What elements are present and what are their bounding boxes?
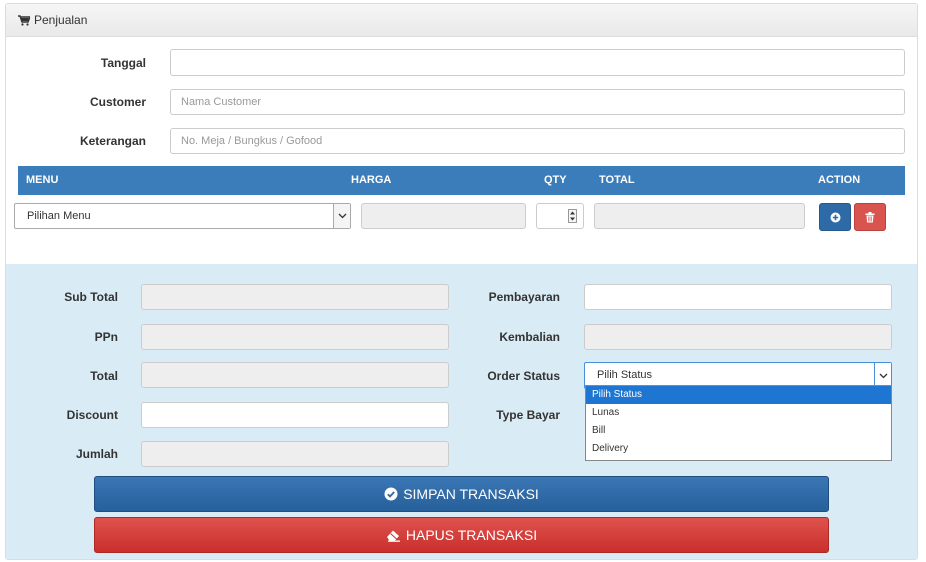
option-pilih-status[interactable]: Pilih Status [586,386,891,404]
shopping-cart-icon [18,14,30,26]
menu-select-value: Pilihan Menu [27,210,91,222]
chevron-down-icon [333,204,350,228]
option-bill[interactable]: Bill [586,422,891,440]
col-action: ACTION [818,174,861,186]
order-status-label: Order Status [487,369,560,383]
trash-icon [865,211,875,222]
sub-total-input[interactable] [141,284,449,310]
option-lunas[interactable]: Lunas [586,404,891,422]
total-row-input[interactable] [594,203,805,229]
items-table-header: MENU HARGA QTY TOTAL ACTION [18,166,905,195]
keterangan-label: Keterangan [79,134,146,148]
menu-select[interactable]: Pilihan Menu [14,203,351,229]
harga-input[interactable] [361,203,526,229]
sub-total-label: Sub Total [64,290,118,304]
hapus-label: HAPUS TRANSAKSI [405,527,538,543]
customer-input[interactable]: Nama Customer [170,89,905,115]
jumlah-label: Jumlah [75,447,118,461]
delete-item-button[interactable] [854,203,886,231]
col-harga: HARGA [351,174,392,186]
panel-heading: Penjualan [6,4,917,37]
order-status-dropdown: Pilih Status Lunas Bill Delivery [585,385,892,461]
eraser-icon [386,530,400,542]
total-label: Total [90,369,118,383]
col-total: TOTAL [599,174,635,186]
panel-title: Penjualan [34,13,88,27]
ppn-label: PPn [94,330,118,344]
pembayaran-label: Pembayaran [488,290,560,304]
kembalian-input[interactable] [584,324,892,350]
simpan-transaksi-button[interactable]: SIMPAN TRANSAKSI [94,476,829,512]
col-qty: QTY [544,174,567,186]
check-circle-icon [384,487,398,501]
customer-label: Customer [89,95,146,109]
keterangan-input[interactable]: No. Meja / Bungkus / Gofood [170,128,905,154]
simpan-label: SIMPAN TRANSAKSI [403,486,539,502]
discount-input[interactable] [141,402,449,428]
order-status-value: Pilih Status [597,369,653,381]
penjualan-panel: Penjualan Tanggal Customer Nama Customer… [5,3,918,560]
hapus-transaksi-button[interactable]: HAPUS TRANSAKSI [94,517,829,553]
qty-stepper[interactable] [536,203,584,229]
option-delivery[interactable]: Delivery [586,440,891,458]
plus-circle-icon [830,212,840,222]
discount-label: Discount [66,408,118,422]
type-bayar-label: Type Bayar [496,408,560,422]
pembayaran-input[interactable] [584,284,892,310]
kembalian-label: Kembalian [499,330,560,344]
col-menu: MENU [26,174,59,186]
spinner-arrows-icon[interactable] [568,209,577,223]
tanggal-input[interactable] [170,49,905,76]
jumlah-input[interactable] [141,441,449,467]
ppn-input[interactable] [141,324,449,350]
total-input[interactable] [141,362,449,388]
add-item-button[interactable] [819,203,851,231]
tanggal-label: Tanggal [100,56,146,70]
